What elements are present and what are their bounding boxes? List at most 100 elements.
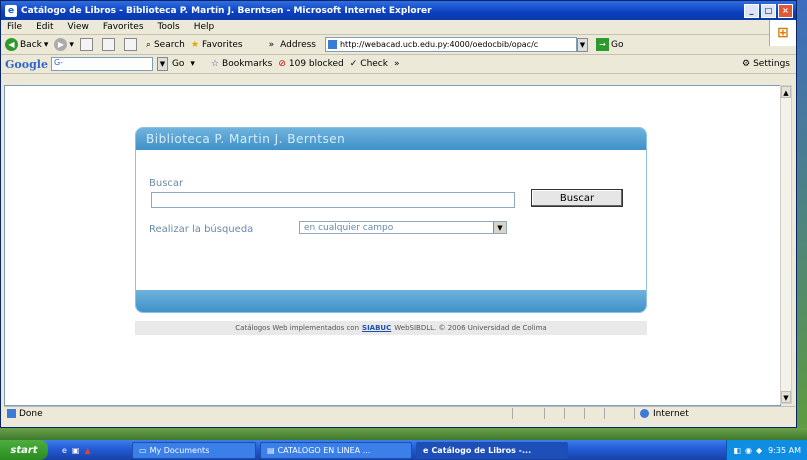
taskbar: start e ▣ ▲ ▭ My Documents ▤ CATALOGO EN… xyxy=(0,440,807,460)
go-label: Go xyxy=(610,39,624,50)
start-button[interactable]: start xyxy=(0,440,48,460)
menu-favorites[interactable]: Favorites xyxy=(103,22,144,32)
status-page-icon xyxy=(7,409,16,418)
spellcheck-button[interactable]: ✓ Check xyxy=(350,59,388,69)
tray-volume-icon[interactable]: ◉ xyxy=(745,446,752,455)
back-label: Back xyxy=(20,39,42,50)
buscar-label: Buscar xyxy=(149,178,184,189)
toolbar-chevron[interactable]: » xyxy=(269,40,275,50)
taskbar-item-catalogo-de-libros[interactable]: e Catálogo de Libros -... xyxy=(416,441,568,459)
settings-button[interactable]: ⚙ Settings xyxy=(742,59,790,69)
google-options-icon[interactable]: ▾ xyxy=(190,59,195,69)
vertical-scrollbar[interactable]: ▲ ▼ xyxy=(780,85,792,404)
tray-antivirus-icon[interactable]: ◆ xyxy=(756,446,762,455)
go-arrow-icon: → xyxy=(595,38,609,51)
go-button[interactable]: → Go xyxy=(595,38,624,51)
menu-file[interactable]: File xyxy=(7,22,22,32)
address-value: http://webacad.ucb.edu.py:4000/oedocbib/… xyxy=(339,40,539,49)
tray-network-icon[interactable]: ◧ xyxy=(733,446,741,455)
ie-window-icon: e xyxy=(423,445,429,455)
search-scope-label: Realizar la búsqueda xyxy=(149,224,254,235)
window-controls: _ □ × xyxy=(744,3,793,18)
star-icon: ★ xyxy=(190,39,199,50)
clock: 9:35 AM xyxy=(768,445,801,455)
search-panel: Biblioteca P. Martin J. Berntsen Buscar … xyxy=(135,127,647,313)
settings-label: Settings xyxy=(753,59,790,69)
home-button[interactable] xyxy=(123,38,140,51)
buscar-button[interactable]: Buscar xyxy=(531,189,623,207)
refresh-button[interactable] xyxy=(101,38,118,51)
page-icon xyxy=(327,40,337,49)
taskbar-item-label: CATALOGO EN LINEA ... xyxy=(277,445,371,455)
scroll-down-icon[interactable]: ▼ xyxy=(781,391,791,403)
panel-footer xyxy=(136,290,646,312)
back-arrow-icon: ◀ xyxy=(5,38,18,51)
back-button[interactable]: ◀ Back ▾ xyxy=(5,38,48,51)
windows-logo-icon: ⊞ xyxy=(769,20,796,46)
desktop-background-right xyxy=(797,0,807,428)
status-divider xyxy=(634,408,635,419)
scroll-up-icon[interactable]: ▲ xyxy=(781,86,791,98)
taskbar-item-label: My Documents xyxy=(149,445,210,455)
window-title: Catálogo de Libros - Biblioteca P. Martí… xyxy=(21,5,432,16)
status-divider xyxy=(512,408,513,419)
search-input[interactable] xyxy=(151,192,515,208)
footer-prefix: Catálogos Web implementados con xyxy=(235,324,360,332)
taskbar-item-my-documents[interactable]: ▭ My Documents xyxy=(132,441,256,459)
quick-launch-app-icon[interactable]: ▲ xyxy=(84,446,90,455)
check-label: Check xyxy=(360,59,388,69)
menu-edit[interactable]: Edit xyxy=(36,22,53,32)
stop-button[interactable] xyxy=(79,38,96,51)
quick-launch-ie-icon[interactable]: e xyxy=(62,446,67,455)
siabuc-link[interactable]: SIABUC xyxy=(362,324,391,332)
forward-dropdown-icon[interactable]: ▾ xyxy=(69,40,74,50)
googlebar-chevron[interactable]: » xyxy=(394,59,400,69)
close-button[interactable]: × xyxy=(778,3,793,18)
status-divider xyxy=(584,408,585,419)
maximize-button[interactable]: □ xyxy=(761,3,776,18)
bookmark-star-icon: ☆ xyxy=(210,59,220,69)
favorites-button[interactable]: ★ Favorites xyxy=(191,40,243,50)
panel-title: Biblioteca P. Martin J. Berntsen xyxy=(136,128,646,150)
menu-view[interactable]: View xyxy=(68,22,89,32)
zone-label: Internet xyxy=(653,408,689,419)
title-bar[interactable]: e Catálogo de Libros - Biblioteca P. Mar… xyxy=(1,1,796,20)
refresh-icon xyxy=(101,38,115,51)
spellcheck-icon: ✓ xyxy=(349,59,358,69)
bookmarks-button[interactable]: ☆ Bookmarks xyxy=(211,59,272,69)
bookmarks-label: Bookmarks xyxy=(222,59,273,69)
google-logo: Google xyxy=(5,57,48,71)
address-dropdown-icon[interactable]: ▼ xyxy=(576,37,588,52)
taskbar-item-label: Catálogo de Libros -... xyxy=(431,445,532,455)
start-label: start xyxy=(10,444,38,456)
quick-launch-folder-icon[interactable]: ▣ xyxy=(72,446,80,455)
address-label: Address xyxy=(280,39,316,50)
google-go-button[interactable]: Go xyxy=(172,59,184,69)
settings-icon: ⚙ xyxy=(742,59,751,69)
taskbar-item-catalogo-en-linea[interactable]: ▤ CATALOGO EN LINEA ... xyxy=(260,441,412,459)
favorites-label: Favorites xyxy=(201,39,243,50)
address-bar[interactable]: http://webacad.ucb.edu.py:4000/oedocbib/… xyxy=(324,37,577,52)
internet-globe-icon xyxy=(640,409,649,418)
folder-icon: ▭ xyxy=(139,445,147,455)
back-dropdown-icon[interactable]: ▾ xyxy=(44,40,49,50)
google-dropdown-icon[interactable]: ▼ xyxy=(156,57,168,71)
blocked-count: 109 blocked xyxy=(288,59,344,69)
navigation-toolbar: ◀ Back ▾ ▶ ▾ ⌕ Search ★ Favorites » Addr… xyxy=(1,35,796,55)
system-tray: ◧ ◉ ◆ 9:35 AM xyxy=(726,440,807,460)
search-button[interactable]: ⌕ Search xyxy=(146,40,185,50)
search-scope-select[interactable]: en cualquier campo ▼ xyxy=(299,221,507,234)
internet-explorer-icon: e xyxy=(5,4,17,17)
status-divider xyxy=(564,408,565,419)
popup-blocker-button[interactable]: ⊘ 109 blocked xyxy=(278,59,343,69)
google-search-input[interactable]: G- xyxy=(50,57,153,71)
status-divider xyxy=(544,408,545,419)
google-toolbar: Google G- ▼ Go ▾ ☆ Bookmarks ⊘ 109 block… xyxy=(1,55,796,74)
minimize-button[interactable]: _ xyxy=(744,3,759,18)
browser-window: e Catálogo de Libros - Biblioteca P. Mar… xyxy=(0,0,797,428)
forward-button[interactable]: ▶ ▾ xyxy=(54,38,74,51)
menu-help[interactable]: Help xyxy=(194,22,215,32)
popup-blocked-icon: ⊘ xyxy=(278,59,286,69)
menu-tools[interactable]: Tools xyxy=(158,22,180,32)
google-search-field: G- xyxy=(53,58,64,67)
